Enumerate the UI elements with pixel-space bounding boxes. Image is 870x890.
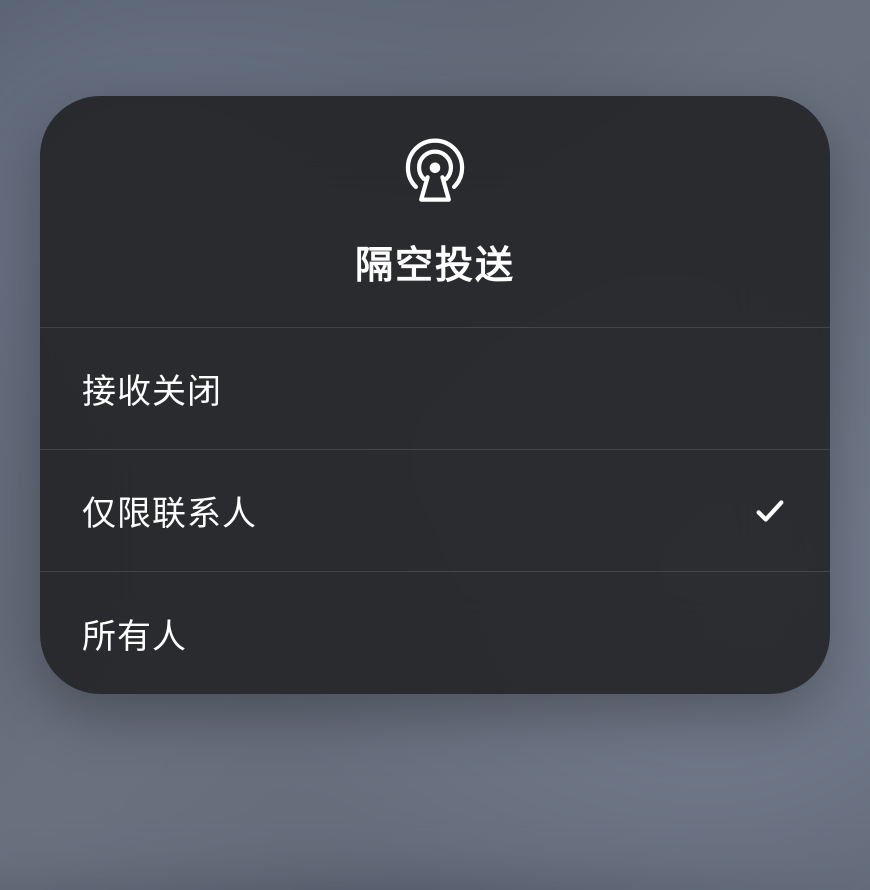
airdrop-settings-panel: 隔空投送 接收关闭 仅限联系人 所有人	[40, 96, 830, 694]
checkmark-icon	[752, 493, 788, 529]
option-label: 所有人	[82, 609, 187, 658]
panel-header: 隔空投送	[40, 96, 830, 328]
option-contacts-only[interactable]: 仅限联系人	[40, 450, 830, 572]
option-label: 仅限联系人	[82, 486, 257, 535]
option-everyone[interactable]: 所有人	[40, 572, 830, 694]
options-list: 接收关闭 仅限联系人 所有人	[40, 328, 830, 694]
option-label: 接收关闭	[82, 364, 222, 413]
panel-title: 隔空投送	[355, 234, 515, 289]
option-receiving-off[interactable]: 接收关闭	[40, 328, 830, 450]
airdrop-icon	[401, 138, 469, 206]
